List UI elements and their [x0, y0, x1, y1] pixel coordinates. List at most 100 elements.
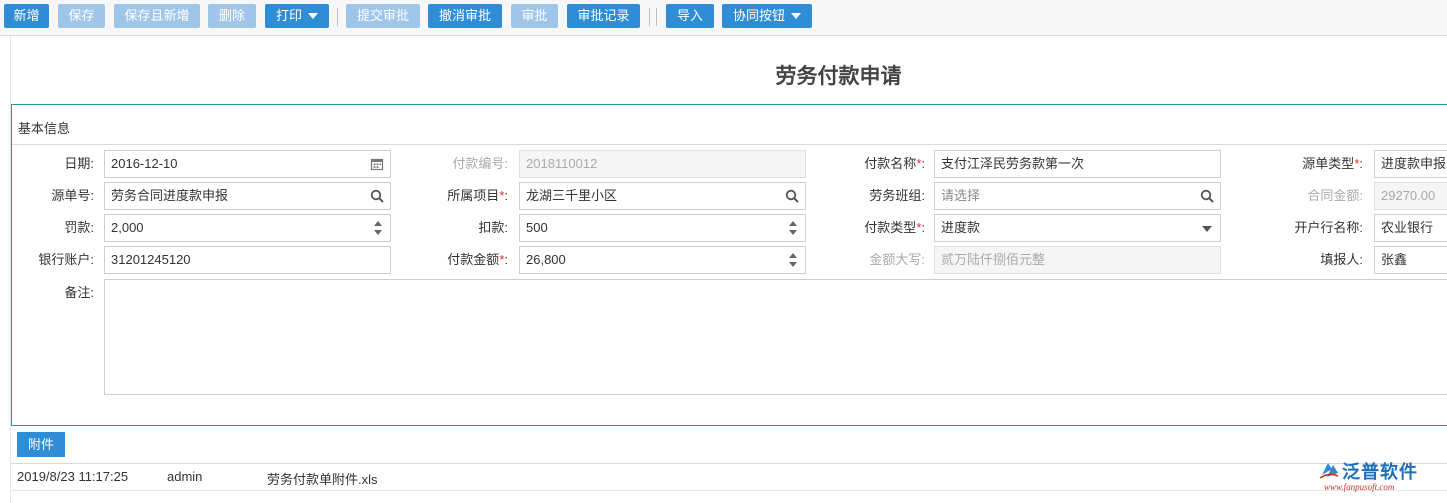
contract-amount-field: 29270.00	[1374, 182, 1447, 210]
reporter-field[interactable]: 张鑫	[1374, 246, 1447, 274]
attachment-file-link[interactable]: 劳务付款单附件.xls	[267, 469, 378, 488]
contract-amount-label: 合同金额:	[1307, 188, 1363, 203]
panel-header: 基本信息	[12, 105, 1447, 145]
number-stepper[interactable]	[789, 252, 797, 268]
deduction-label: 扣款:	[478, 220, 508, 235]
penalty-field[interactable]: 2,000	[104, 214, 391, 242]
delete-button[interactable]: 删除	[208, 4, 256, 28]
source-no-field[interactable]: 劳务合同进度款申报	[104, 182, 391, 210]
stepper-up-icon	[374, 221, 382, 226]
collab-button[interactable]: 协同按钮	[722, 4, 812, 28]
chevron-down-icon	[791, 12, 801, 19]
stepper-down-icon	[374, 230, 382, 235]
bank-name-label: 开户行名称:	[1294, 220, 1363, 235]
label-colon: :	[504, 188, 508, 203]
pay-type-label: 付款类型*:	[812, 214, 925, 242]
cancel-approval-button[interactable]: 撤消审批	[428, 4, 502, 28]
print-button[interactable]: 打印	[265, 4, 329, 28]
team-field[interactable]: 请选择	[934, 182, 1221, 210]
import-button[interactable]: 导入	[666, 4, 714, 28]
source-type-field[interactable]: 进度款申报	[1374, 150, 1447, 178]
pay-name-field[interactable]: 支付江泽民劳务款第一次	[934, 150, 1221, 178]
pay-name-label-text: 付款名称	[864, 156, 917, 171]
bank-account-label: 银行账户:	[38, 252, 94, 267]
attachment-time: 2019/8/23 11:17:25	[17, 469, 129, 484]
project-field[interactable]: 龙湖三千里小区	[519, 182, 806, 210]
pay-name-label: 付款名称*:	[812, 150, 925, 178]
stepper-up-icon	[789, 221, 797, 226]
label-colon: :	[921, 156, 925, 171]
print-label: 打印	[275, 8, 302, 23]
penalty-label: 罚款:	[64, 220, 94, 235]
remarks-textarea[interactable]	[104, 279, 1447, 395]
company-logo: 泛普软件 www.fanpusoft.com	[1316, 458, 1441, 496]
date-field[interactable]: 2016-12-10	[104, 150, 391, 178]
project-value: 龙湖三千里小区	[526, 188, 618, 203]
source-no-value: 劳务合同进度款申报	[111, 188, 229, 203]
project-label: 所属项目*:	[412, 182, 508, 210]
pay-no-field: 2018110012	[519, 150, 806, 178]
save-and-new-button[interactable]: 保存且新增	[114, 4, 200, 28]
attachment-user: admin	[167, 469, 203, 484]
source-no-label: 源单号:	[51, 188, 94, 203]
attachments-row-line	[11, 490, 1447, 491]
stepper-up-icon	[789, 253, 797, 258]
search-icon[interactable]	[370, 189, 384, 203]
project-label-text: 所属项目	[447, 188, 500, 203]
attachments-header-line	[11, 463, 1447, 464]
source-type-label: 源单类型*:	[1242, 150, 1363, 178]
calendar-icon[interactable]	[370, 157, 384, 171]
toolbar-separator	[656, 8, 657, 26]
section-title: 基本信息	[18, 121, 71, 136]
save-button[interactable]: 保存	[58, 4, 105, 28]
logo-mark-icon	[1319, 463, 1339, 479]
deduction-field[interactable]: 500	[519, 214, 806, 242]
stepper-down-icon	[789, 230, 797, 235]
stepper-down-icon	[789, 262, 797, 267]
date-label: 日期:	[64, 156, 94, 171]
team-placeholder: 请选择	[941, 188, 981, 203]
pay-amount-field[interactable]: 26,800	[519, 246, 806, 274]
team-label: 劳务班组:	[869, 188, 925, 203]
bank-name-field[interactable]: 农业银行	[1374, 214, 1447, 242]
label-colon: :	[504, 252, 508, 267]
approval-log-button[interactable]: 审批记录	[567, 4, 640, 28]
pay-type-select[interactable]: 进度款	[934, 214, 1221, 242]
basic-info-panel: 基本信息 日期: 2016-12-10 付款编号: 2018110012 付款名…	[11, 104, 1447, 426]
pay-type-value: 进度款	[941, 220, 981, 235]
new-button[interactable]: 新增	[4, 4, 49, 28]
number-stepper[interactable]	[789, 220, 797, 236]
amount-words-label: 金额大写:	[869, 252, 925, 267]
page-title: 劳务付款申请	[775, 64, 902, 88]
logo-url: www.fanpusoft.com	[1324, 482, 1395, 492]
logo-name: 泛普软件	[1342, 462, 1418, 483]
toolbar-separator	[649, 8, 650, 26]
submit-approval-button[interactable]: 提交审批	[346, 4, 420, 28]
remarks-label: 备注:	[64, 285, 94, 300]
toolbar-separator	[337, 8, 338, 26]
pay-amount-value: 26,800	[526, 252, 566, 267]
reporter-label: 填报人:	[1320, 252, 1363, 267]
chevron-down-icon	[308, 12, 318, 19]
collab-label: 协同按钮	[732, 8, 785, 23]
label-colon: :	[1359, 156, 1363, 171]
pay-amount-label: 付款金额*:	[412, 246, 508, 274]
number-stepper[interactable]	[374, 220, 382, 236]
search-icon[interactable]	[785, 189, 799, 203]
approve-button[interactable]: 审批	[511, 4, 558, 28]
dropdown-arrow-icon[interactable]	[1202, 226, 1212, 232]
search-icon[interactable]	[1200, 189, 1214, 203]
pay-no-label: 付款编号:	[452, 156, 508, 171]
bank-account-field[interactable]: 31201245120	[104, 246, 391, 274]
attachments-divider	[11, 425, 1447, 426]
source-type-label-text: 源单类型	[1302, 156, 1355, 171]
amount-words-field: 贰万陆仟捌佰元整	[934, 246, 1221, 274]
toolbar: 新增 保存 保存且新增 删除 打印 提交审批 撤消审批 审批 审批记录 导入 协…	[0, 0, 1447, 36]
pay-amount-label-text: 付款金额	[447, 252, 500, 267]
label-colon: :	[921, 220, 925, 235]
date-value: 2016-12-10	[111, 156, 178, 171]
attachment-button[interactable]: 附件	[17, 432, 65, 457]
deduction-value: 500	[526, 220, 548, 235]
penalty-value: 2,000	[111, 220, 144, 235]
pay-type-label-text: 付款类型	[864, 220, 917, 235]
